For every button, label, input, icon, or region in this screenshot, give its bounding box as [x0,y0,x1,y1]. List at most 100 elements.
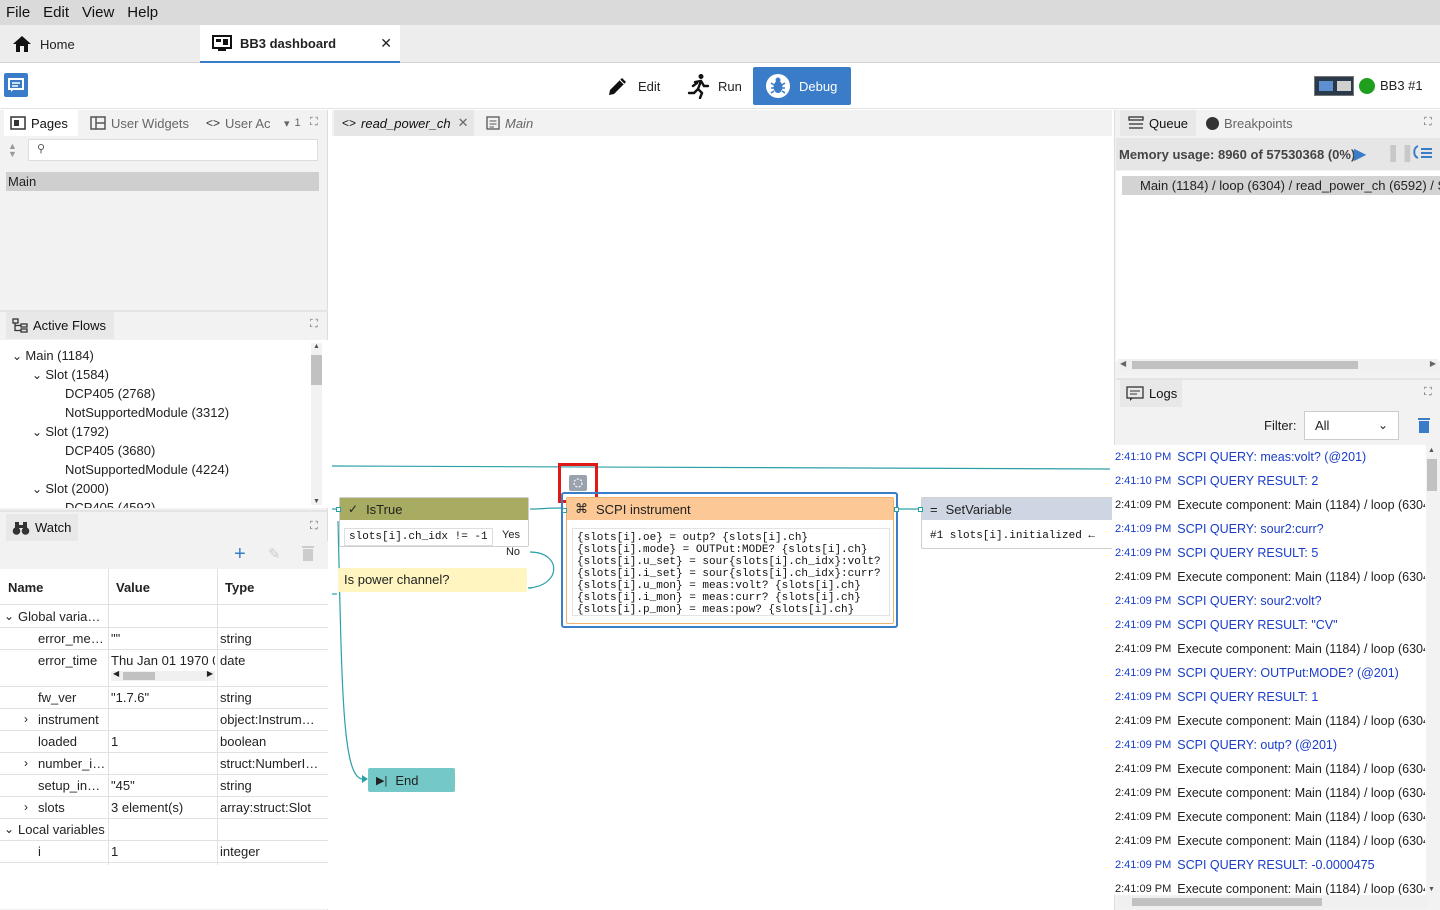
tab-user-widgets[interactable]: User Widgets [90,110,189,136]
flow-tree-item[interactable]: DCP405 (4592) [65,500,155,508]
step-over-icon[interactable] [1412,144,1434,160]
menu-edit[interactable]: Edit [43,4,69,21]
istrue-node[interactable]: ✓ IsTrue slots[i].ch_idx != -1 Yes No [339,497,529,558]
chevron-down-icon[interactable]: ⌄ [32,482,45,496]
output-port[interactable] [894,507,899,512]
flow-tree-item[interactable]: NotSupportedModule (4224) [65,462,229,477]
log-entry[interactable]: 2:41:09 PM SCPI QUERY RESULT: -0.0000475 [1115,853,1425,877]
chevron-down-icon[interactable]: ⌄ [4,822,14,836]
pause-icon[interactable]: ❚❚ [1386,143,1415,163]
scpi-instrument-node[interactable]: ⌘ SCPI instrument {slots[i].oe} = outp? … [566,497,894,624]
log-entry[interactable]: 2:41:09 PM Execute component: Main (1184)… [1115,493,1425,517]
watch-value[interactable]: "1.7.6" [111,690,215,705]
flow-tree-item[interactable]: ⌄ Slot (1792) [32,424,109,439]
watch-column-header[interactable]: Type [225,580,254,595]
log-entry[interactable]: 2:41:10 PM SCPI QUERY RESULT: 2 [1115,469,1425,493]
menu-help[interactable]: Help [127,4,158,21]
clear-logs-icon[interactable] [1418,417,1430,433]
edit-watch-icon[interactable]: ✎ [268,545,281,563]
add-watch-icon[interactable]: + [234,543,246,566]
chevron-right-icon[interactable]: › [24,712,28,726]
setvariable-node[interactable]: = SetVariable #1 slots[i].initialized ← [921,497,1112,549]
maximize-icon[interactable]: ⛶ [310,116,318,129]
pages-search-input[interactable]: ⚲ [28,139,318,161]
log-entry[interactable]: 2:41:09 PM SCPI QUERY RESULT: 5 [1115,541,1425,565]
debug-button[interactable]: Debug [753,67,851,105]
chevron-right-icon[interactable]: › [24,800,28,814]
logs-tab[interactable]: Logs [1120,380,1182,407]
logs-hscrollbar[interactable] [1118,896,1428,908]
flows-scrollbar[interactable]: ▲ ▼ [311,343,322,505]
input-port[interactable] [336,507,341,512]
log-entry[interactable]: 2:41:09 PM Execute component: Main (1184)… [1115,805,1425,829]
chevron-down-icon[interactable]: ⌄ [4,609,14,623]
chat-icon[interactable] [4,73,28,97]
resume-icon[interactable]: ▶ [1354,144,1366,164]
istrue-yes-output[interactable]: Yes [502,529,520,541]
watch-value[interactable]: "45" [111,778,215,793]
menu-file[interactable]: File [6,4,30,21]
log-entry[interactable]: 2:41:09 PM SCPI QUERY RESULT: "CV" [1115,613,1425,637]
delete-watch-icon[interactable] [302,545,314,561]
debugger-step-icon[interactable] [569,475,587,491]
log-entry[interactable]: 2:41:09 PM Execute component: Main (1184)… [1115,877,1425,895]
watch-tab[interactable]: Watch [6,514,78,541]
maximize-icon[interactable]: ⛶ [310,318,318,331]
flow-tree-item[interactable]: ⌄ Slot (1584) [32,367,109,382]
maximize-icon[interactable]: ⛶ [1424,386,1432,399]
chevron-right-icon[interactable]: › [24,756,28,770]
tab-user-actions[interactable]: <> User Ac [206,110,271,136]
log-entry[interactable]: 2:41:09 PM Execute component: Main (1184)… [1115,709,1425,733]
watch-value[interactable]: Thu Jan 01 1970 0 [111,653,215,668]
watch-value[interactable]: 1 [111,844,215,859]
log-entry[interactable]: 2:41:09 PM SCPI QUERY: sour2:volt? [1115,589,1425,613]
filter-select[interactable]: All ⌄ [1304,411,1399,440]
logs-scrollbar[interactable]: ▲ ▼ [1426,445,1438,895]
tab-home[interactable]: Home [0,25,200,63]
log-entry[interactable]: 2:41:09 PM SCPI QUERY: outp? (@201) [1115,733,1425,757]
flow-tree-item[interactable]: NotSupportedModule (3312) [65,405,229,420]
flow-tree-item[interactable]: ⌄ Main (1184) [12,348,94,363]
tab-close-icon[interactable]: ✕ [380,35,392,52]
tab-queue[interactable]: Queue [1120,110,1196,136]
run-button[interactable]: Run [674,67,754,105]
menu-view[interactable]: View [82,4,114,21]
active-flows-tab[interactable]: Active Flows [6,312,114,339]
maximize-icon[interactable]: ⛶ [1424,116,1432,129]
watch-value[interactable]: 3 element(s) [111,800,215,815]
page-item-main[interactable]: Main [6,172,319,191]
watch-value[interactable]: "" [111,631,215,646]
tab-breakpoints[interactable]: Breakpoints [1206,110,1293,136]
more-tabs-dropdown[interactable]: ▾ 1 [284,110,301,136]
log-entry[interactable]: 2:41:09 PM Execute component: Main (1184)… [1115,637,1425,661]
log-entry[interactable]: 2:41:09 PM Execute component: Main (1184)… [1115,781,1425,805]
log-entry[interactable]: 2:41:09 PM Execute component: Main (1184)… [1115,565,1425,589]
watch-value[interactable]: 1 [111,734,215,749]
maximize-icon[interactable]: ⛶ [310,520,318,533]
flow-tree-item[interactable]: ⌄ Slot (2000) [32,481,109,496]
istrue-no-output[interactable]: No [506,546,520,558]
chevron-down-icon[interactable]: ⌄ [12,349,25,363]
edit-button[interactable]: Edit [594,67,672,105]
log-entry[interactable]: 2:41:09 PM SCPI QUERY RESULT: 1 [1115,685,1425,709]
log-entry[interactable]: 2:41:09 PM SCPI QUERY: sour2:curr? [1115,517,1425,541]
queue-hscrollbar[interactable]: ◀ ▶ [1118,359,1438,371]
tab-close-icon[interactable]: ✕ [458,115,469,131]
flow-canvas[interactable]: ✓ IsTrue slots[i].ch_idx != -1 Yes No Is… [332,136,1112,909]
chevron-down-icon[interactable]: ⌄ [32,425,45,439]
flow-tree-item[interactable]: DCP405 (3680) [65,443,155,458]
end-node[interactable]: ▶| End [368,768,455,792]
input-port[interactable] [918,507,923,512]
tab-read-power-ch[interactable]: <> read_power_ch ✕ [334,110,474,136]
flow-tree-item[interactable]: DCP405 (2768) [65,386,155,401]
watch-column-header[interactable]: Name [8,580,43,595]
log-entry[interactable]: 2:41:09 PM Execute component: Main (1184)… [1115,829,1425,853]
log-entry[interactable]: 2:41:09 PM SCPI QUERY: OUTPut:MODE? (@201… [1115,661,1425,685]
input-port[interactable] [562,508,567,513]
tab-main-flow[interactable]: Main [486,110,533,136]
tab-bb3-dashboard[interactable]: BB3 dashboard ✕ [200,25,400,63]
chevron-down-icon[interactable]: ⌄ [32,368,45,382]
watch-column-header[interactable]: Value [116,580,150,595]
sort-icon[interactable]: ▲ ▼ [8,142,17,159]
log-entry[interactable]: 2:41:10 PM SCPI QUERY: meas:volt? (@201) [1115,445,1425,469]
